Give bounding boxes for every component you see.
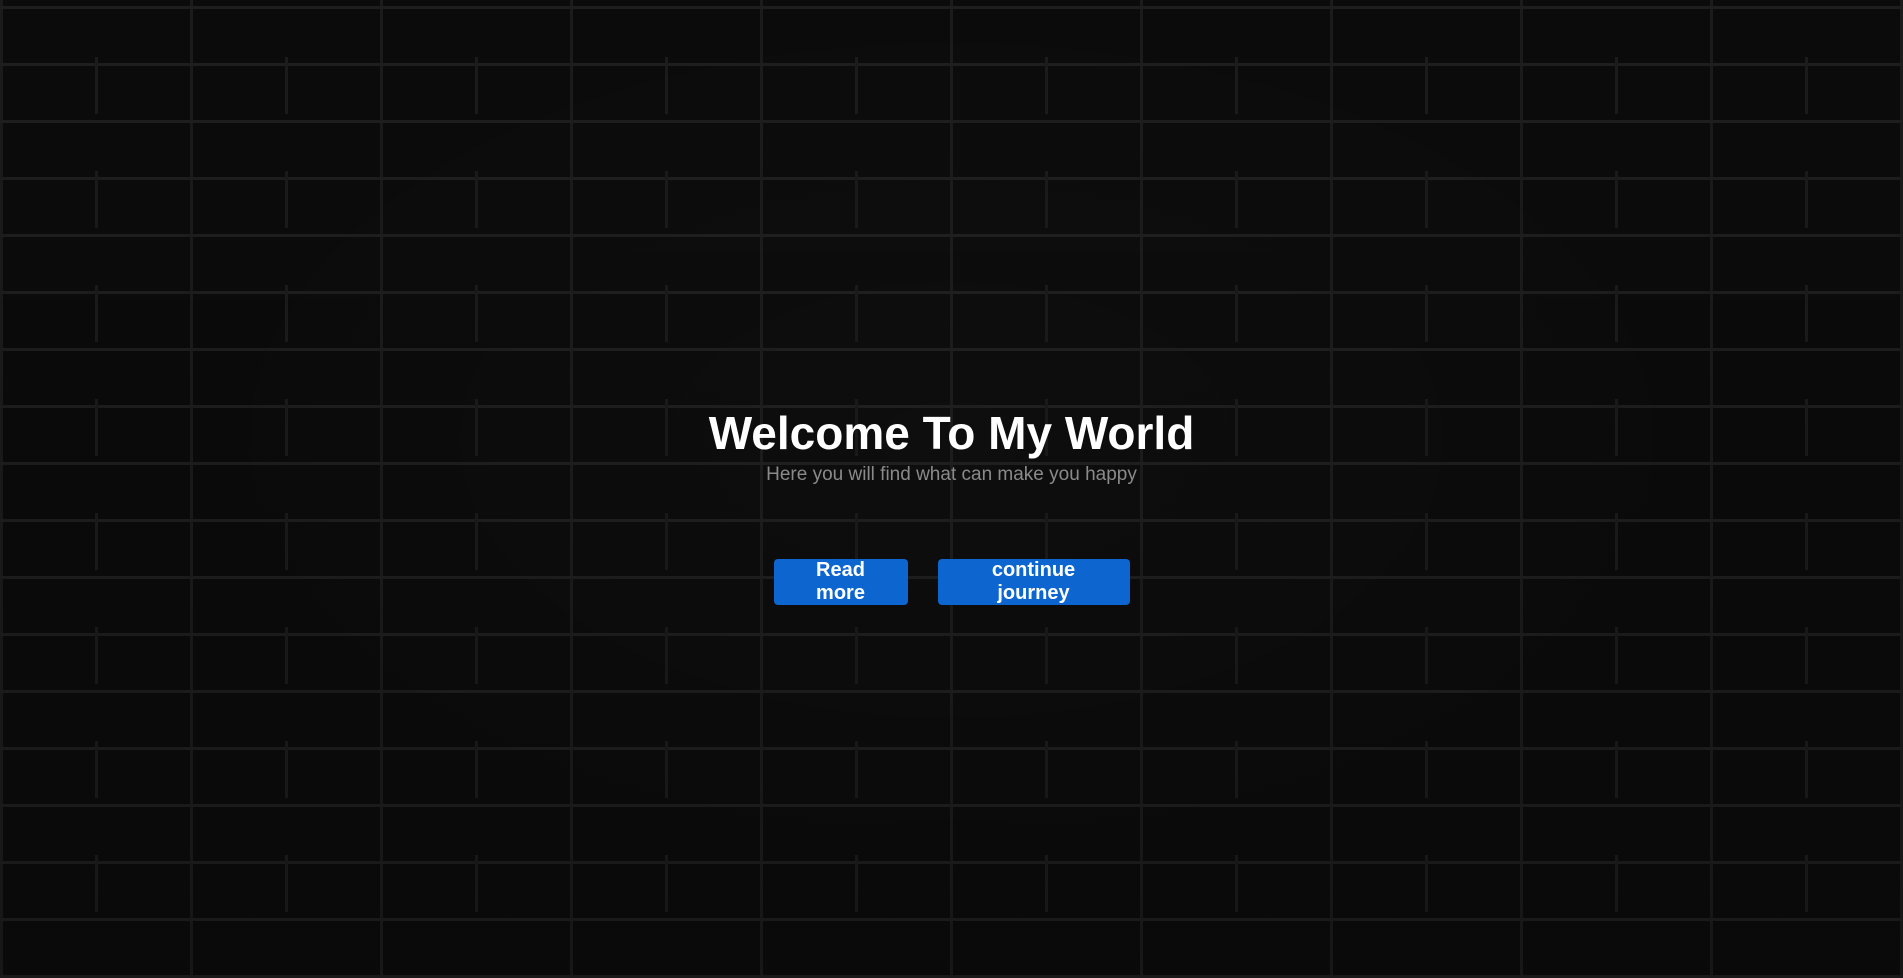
hero-title: Welcome To My World — [708, 407, 1195, 459]
continue-journey-button[interactable]: continue journey — [937, 559, 1130, 605]
hero-content: Welcome To My World Here you will find w… — [0, 405, 1903, 605]
hero-actions: Read more continue journey — [0, 559, 1903, 605]
read-more-button[interactable]: Read more — [773, 559, 908, 605]
hero-subtitle: Here you will find what can make you hap… — [766, 464, 1137, 485]
hero-section: Welcome To My World Here you will find w… — [0, 0, 1903, 978]
